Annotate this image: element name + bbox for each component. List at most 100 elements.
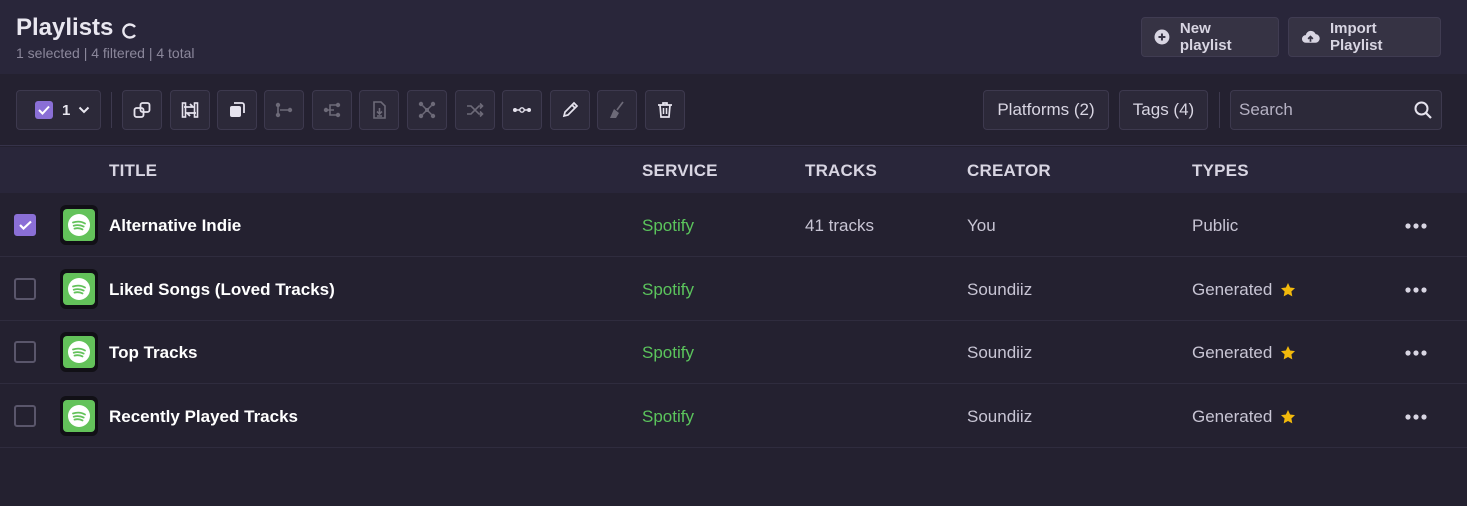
star-icon — [1281, 283, 1296, 297]
playlist-thumbnail — [60, 332, 98, 372]
row-checkbox[interactable] — [14, 405, 36, 427]
row-checkbox[interactable] — [14, 341, 36, 363]
table-row[interactable]: Top Tracks Spotify Soundiiz Generated — [0, 321, 1467, 384]
split-button[interactable] — [312, 90, 352, 130]
page-title-text: Playlists — [16, 14, 114, 41]
playlist-title[interactable]: Alternative Indie — [109, 216, 241, 236]
selected-count: 1 — [62, 101, 71, 119]
playlist-service: Spotify — [642, 216, 694, 235]
search-box — [1230, 90, 1442, 130]
playlist-type-text: Public — [1192, 216, 1239, 235]
plus-circle-icon — [1154, 29, 1170, 45]
playlist-type: Generated — [1192, 407, 1296, 427]
import-playlist-button[interactable]: Import Playlist — [1288, 17, 1441, 57]
export-icon — [373, 101, 386, 119]
playlist-type-text: Generated — [1192, 407, 1273, 426]
spotify-icon — [68, 341, 90, 363]
table-row[interactable]: Recently Played Tracks Spotify Soundiiz … — [0, 385, 1467, 448]
playlist-service: Spotify — [642, 407, 694, 426]
playlist-title[interactable]: Top Tracks — [109, 343, 198, 363]
ellipsis-icon — [1405, 223, 1427, 229]
sync-button[interactable] — [170, 90, 210, 130]
spotify-icon — [68, 278, 90, 300]
selection-dropdown[interactable]: 1 — [16, 90, 101, 130]
search-icon[interactable] — [1413, 100, 1433, 120]
column-header-creator[interactable]: CREATOR — [967, 161, 1051, 181]
export-button[interactable] — [359, 90, 399, 130]
playlist-type: Generated — [1192, 343, 1296, 363]
table-header: TITLE SERVICE TRACKS CREATOR TYPES — [0, 147, 1467, 193]
playlist-creator: Soundiiz — [967, 280, 1033, 299]
link-icon — [133, 102, 151, 118]
select-all-checkbox[interactable] — [35, 101, 53, 119]
playlist-title[interactable]: Recently Played Tracks — [109, 407, 298, 427]
playlist-thumbnail — [60, 396, 98, 436]
playlist-tracks: 41 tracks — [805, 216, 874, 235]
row-more-button[interactable] — [1402, 407, 1430, 427]
playlist-type-text: Generated — [1192, 280, 1273, 299]
row-more-button[interactable] — [1402, 280, 1430, 300]
merge-button[interactable] — [264, 90, 304, 130]
column-header-service[interactable]: SERVICE — [642, 161, 718, 181]
sync-icon — [181, 102, 199, 118]
toolbar: 1 Platforms (2) Tags (4) — [0, 74, 1467, 146]
playlist-type: Generated — [1192, 280, 1296, 300]
table-row[interactable]: Alternative Indie Spotify 41 tracks You … — [0, 194, 1467, 257]
star-icon — [1281, 346, 1296, 360]
dots-icon — [513, 107, 531, 113]
merge-icon — [275, 102, 293, 118]
new-playlist-label: New playlist — [1179, 20, 1232, 54]
row-more-button[interactable] — [1402, 216, 1430, 236]
chevron-down-icon — [78, 101, 90, 119]
playlist-type: Public — [1192, 216, 1238, 236]
column-header-title[interactable]: TITLE — [109, 161, 157, 181]
cloud-upload-icon — [1301, 30, 1320, 43]
star-icon — [1281, 410, 1296, 424]
ellipsis-icon — [1405, 350, 1427, 356]
clean-button[interactable] — [597, 90, 637, 130]
toolbar-divider — [111, 92, 112, 128]
row-checkbox[interactable] — [14, 214, 36, 236]
playlist-title[interactable]: Liked Songs (Loved Tracks) — [109, 280, 335, 300]
row-checkbox[interactable] — [14, 278, 36, 300]
broom-icon — [610, 101, 624, 118]
split-icon — [323, 102, 341, 118]
selection-summary: 1 selected | 4 filtered | 4 total — [16, 45, 195, 61]
trash-icon — [658, 102, 672, 118]
new-playlist-button[interactable]: New playlist — [1141, 17, 1279, 57]
column-header-tracks[interactable]: TRACKS — [805, 161, 877, 181]
playlist-service: Spotify — [642, 343, 694, 362]
delete-button[interactable] — [645, 90, 685, 130]
ellipsis-icon — [1405, 414, 1427, 420]
network-button[interactable] — [407, 90, 447, 130]
shuffle-button[interactable] — [455, 90, 495, 130]
link-button[interactable] — [122, 90, 162, 130]
edit-button[interactable] — [550, 90, 590, 130]
copy-button[interactable] — [217, 90, 257, 130]
tags-filter-button[interactable]: Tags (4) — [1119, 90, 1208, 130]
copy-icon — [230, 102, 245, 117]
platforms-filter-button[interactable]: Platforms (2) — [983, 90, 1109, 130]
refresh-icon[interactable] — [121, 19, 139, 39]
network-icon — [418, 101, 436, 119]
edit-icon — [562, 101, 579, 118]
column-header-types[interactable]: TYPES — [1192, 161, 1249, 181]
ellipsis-icon — [1405, 287, 1427, 293]
playlist-creator: Soundiiz — [967, 343, 1033, 362]
spotify-icon — [68, 214, 90, 236]
table-row[interactable]: Liked Songs (Loved Tracks) Spotify Sound… — [0, 258, 1467, 321]
playlist-thumbnail — [60, 205, 98, 245]
playlist-creator: You — [967, 216, 996, 235]
spotify-icon — [68, 405, 90, 427]
search-input[interactable] — [1239, 100, 1413, 120]
shuffle-icon — [467, 102, 484, 118]
playlist-creator: Soundiiz — [967, 407, 1033, 426]
page-title: Playlists — [16, 14, 139, 42]
more-actions-button[interactable] — [502, 90, 542, 130]
toolbar-divider — [1219, 92, 1220, 128]
playlist-service: Spotify — [642, 280, 694, 299]
page-header: Playlists 1 selected | 4 filtered | 4 to… — [0, 0, 1467, 74]
playlist-type-text: Generated — [1192, 343, 1273, 362]
row-more-button[interactable] — [1402, 343, 1430, 363]
import-playlist-label: Import Playlist — [1329, 20, 1383, 54]
